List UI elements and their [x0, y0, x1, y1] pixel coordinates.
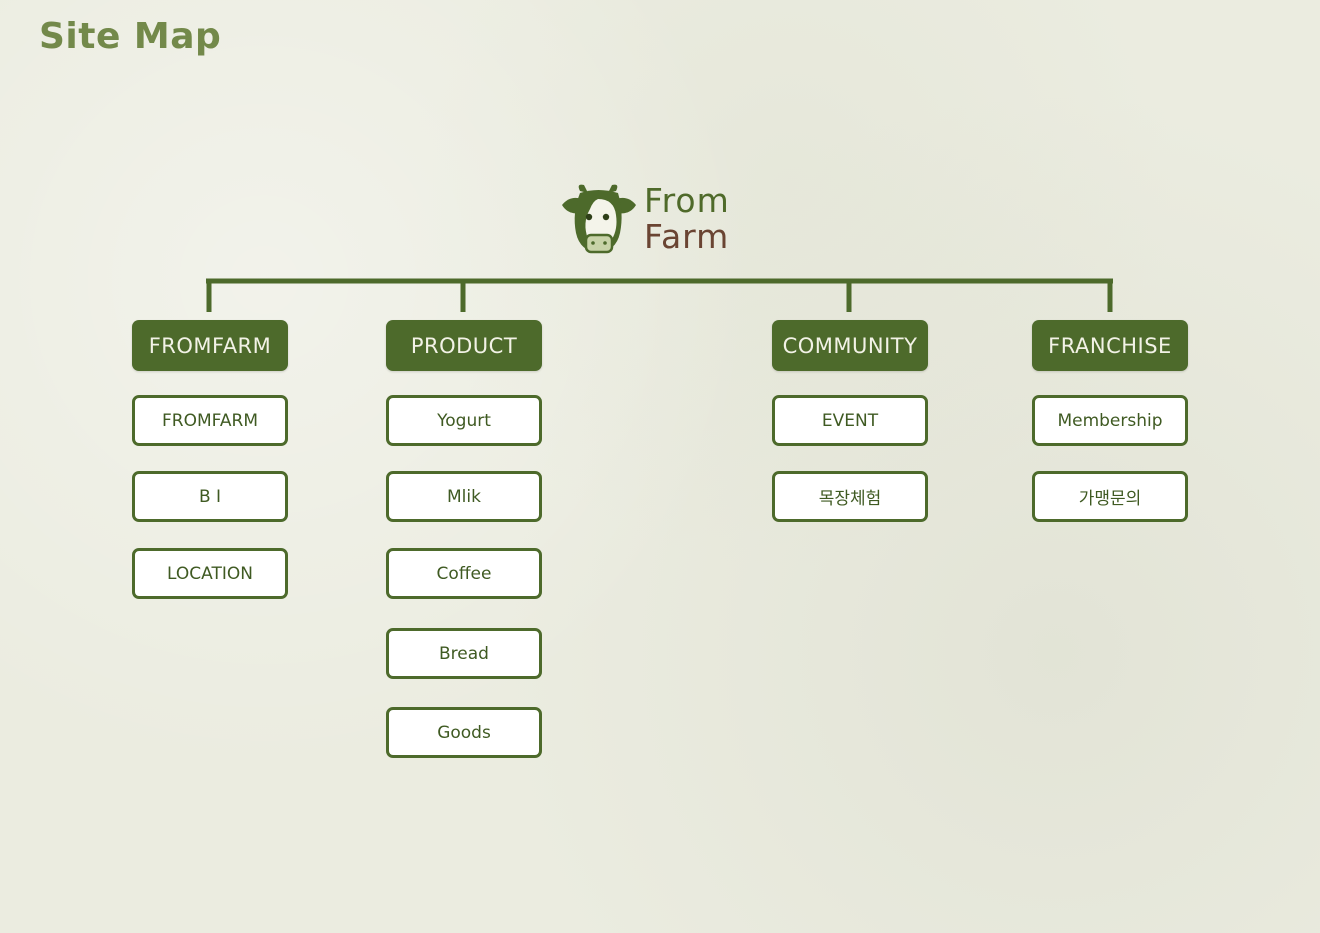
menu-item-yogurt[interactable]: Yogurt	[386, 395, 542, 446]
connector-lines	[206, 278, 1113, 312]
menu-item-location[interactable]: LOCATION	[132, 548, 288, 599]
category-fromfarm[interactable]: FROMFARM	[132, 320, 288, 371]
menu-item-coffee[interactable]: Coffee	[386, 548, 542, 599]
menu-item-farm-experience[interactable]: 목장체험	[772, 471, 928, 522]
category-product[interactable]: PRODUCT	[386, 320, 542, 371]
category-franchise[interactable]: FRANCHISE	[1032, 320, 1188, 371]
menu-item-event[interactable]: EVENT	[772, 395, 928, 446]
menu-item-franchise-inquiry[interactable]: 가맹문의	[1032, 471, 1188, 522]
menu-item-bi[interactable]: B I	[132, 471, 288, 522]
menu-item-milk[interactable]: Mlik	[386, 471, 542, 522]
menu-item-membership[interactable]: Membership	[1032, 395, 1188, 446]
category-community[interactable]: COMMUNITY	[772, 320, 928, 371]
menu-item-goods[interactable]: Goods	[386, 707, 542, 758]
menu-item-bread[interactable]: Bread	[386, 628, 542, 679]
menu-item-fromfarm[interactable]: FROMFARM	[132, 395, 288, 446]
